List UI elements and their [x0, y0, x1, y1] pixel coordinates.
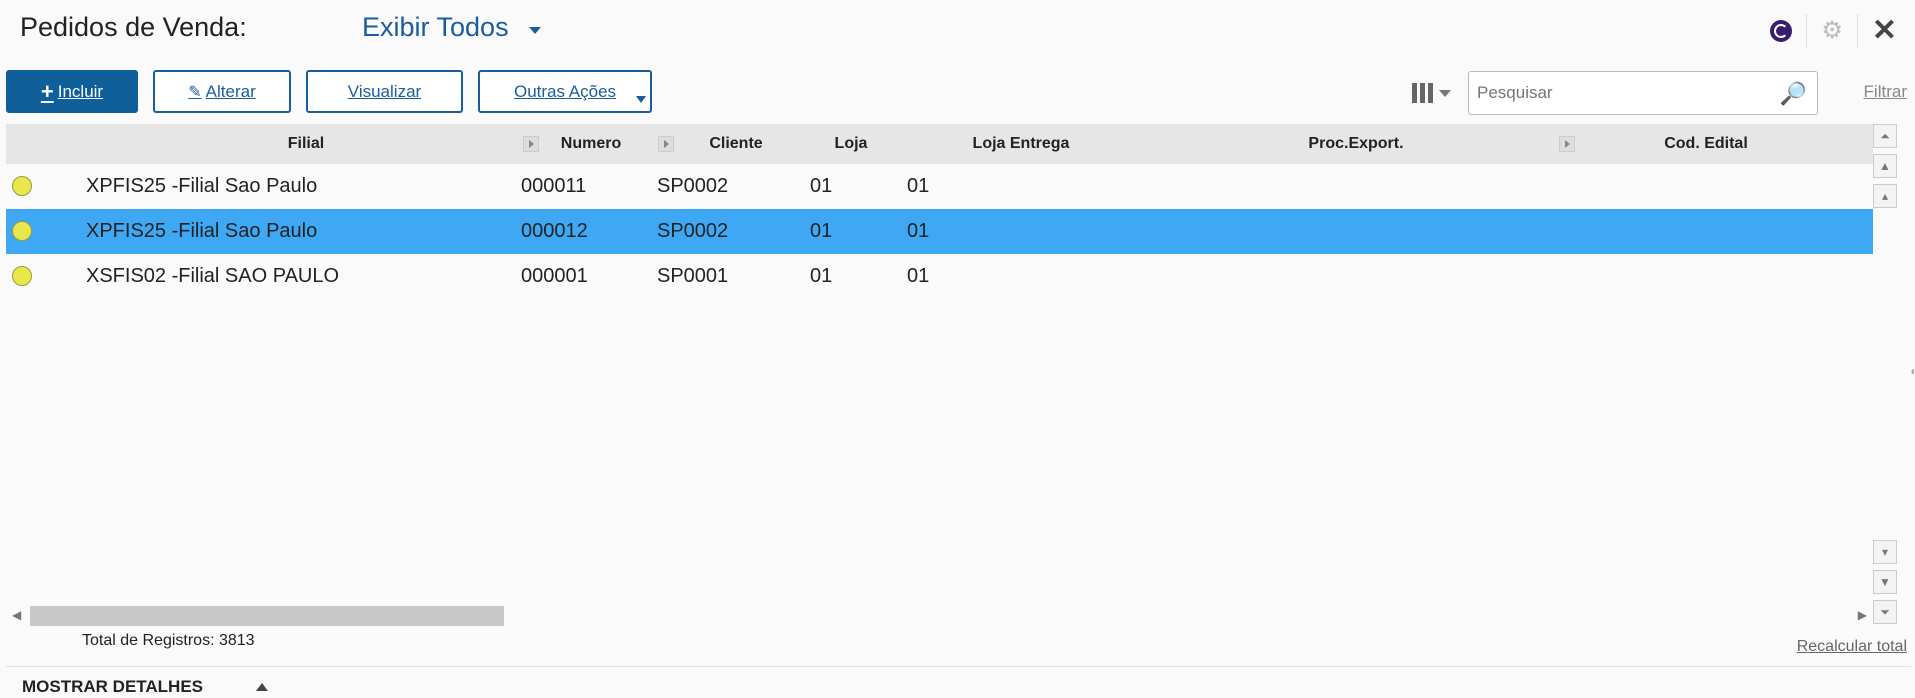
- table-row[interactable]: XSFIS02 -Filial SAO PAULO 000001 SP0001 …: [6, 254, 1873, 299]
- view-filter-dropdown[interactable]: Exibir Todos: [362, 12, 541, 43]
- horizontal-scroll-thumb[interactable]: [30, 606, 504, 626]
- outras-acoes-button[interactable]: Outras Ações: [478, 70, 652, 113]
- scroll-bottom-icon[interactable]: ⏷: [1873, 600, 1897, 624]
- search-box: 🔎: [1468, 71, 1818, 115]
- incluir-button[interactable]: + Incluir: [6, 70, 138, 113]
- cell-loja: 01: [810, 265, 833, 287]
- status-legend-icon[interactable]: [12, 176, 32, 196]
- details-toggle-label: MOSTRAR DETALHES: [22, 677, 204, 696]
- cell-cliente: SP0002: [657, 175, 729, 197]
- view-filter-label: Exibir Todos: [362, 12, 509, 42]
- visualizar-label: Visualizar: [347, 81, 422, 101]
- filtrar-link[interactable]: Filtrar: [1864, 82, 1907, 102]
- total-records: Total de Registros: 3813: [82, 632, 255, 649]
- status-legend-icon[interactable]: [12, 266, 32, 286]
- page-title: Pedidos de Venda:: [20, 12, 247, 42]
- scroll-top-icon[interactable]: ⏶: [1873, 124, 1897, 148]
- column-sort-icon[interactable]: [1559, 136, 1575, 152]
- scroll-up-icon[interactable]: ▴: [1873, 184, 1897, 208]
- scroll-page-down-icon[interactable]: ▼: [1873, 570, 1897, 594]
- cell-filial: XPFIS25 -Filial Sao Paulo: [86, 220, 318, 242]
- scroll-right-icon[interactable]: ▶: [1858, 608, 1867, 622]
- column-header-filial[interactable]: Filial: [106, 124, 506, 164]
- search-input[interactable]: [1469, 72, 1785, 114]
- gear-icon[interactable]: ⚙: [1821, 19, 1843, 43]
- close-icon[interactable]: ✕: [1872, 16, 1897, 46]
- table-row[interactable]: XPFIS25 -Filial Sao Paulo 000011 SP0002 …: [6, 164, 1873, 209]
- columns-button[interactable]: [1412, 72, 1466, 114]
- column-header-cliente[interactable]: Cliente: [686, 124, 786, 164]
- grid-header: Filial Numero Cliente Loja Loja Entrega …: [6, 124, 1873, 164]
- visualizar-button[interactable]: Visualizar: [306, 70, 463, 113]
- chevron-down-icon: [636, 96, 646, 103]
- cell-numero: 000011: [521, 175, 587, 197]
- column-sort-icon[interactable]: [658, 136, 674, 152]
- cell-loja-entrega: 01: [907, 175, 930, 197]
- scroll-page-up-icon[interactable]: ▲: [1873, 154, 1897, 178]
- incluir-label: Incluir: [57, 81, 104, 101]
- divider: [1856, 14, 1858, 48]
- column-header-numero[interactable]: Numero: [546, 124, 636, 164]
- column-sort-icon[interactable]: [523, 136, 539, 152]
- alterar-label: Alterar: [205, 81, 256, 101]
- status-legend-icon[interactable]: [12, 221, 32, 241]
- app-logo-icon[interactable]: [1770, 20, 1793, 42]
- outras-acoes-label: Outras Ações: [513, 81, 617, 101]
- cell-loja: 01: [810, 175, 833, 197]
- column-header-cod-edital[interactable]: Cod. Edital: [1606, 124, 1806, 164]
- columns-icon: [1412, 83, 1433, 103]
- search-icon[interactable]: 🔎: [1780, 81, 1807, 107]
- chevron-down-icon: [1439, 89, 1451, 97]
- chevron-down-icon: [528, 27, 541, 34]
- divider: [1806, 14, 1808, 48]
- cell-filial: XSFIS02 -Filial SAO PAULO: [86, 265, 340, 287]
- cell-loja-entrega: 01: [907, 265, 930, 287]
- column-header-proc-export[interactable]: Proc.Export.: [1246, 124, 1466, 164]
- window-controls: ⚙ ✕: [1770, 14, 1897, 48]
- column-header-loja[interactable]: Loja: [816, 124, 886, 164]
- table-row-selected[interactable]: XPFIS25 -Filial Sao Paulo 000012 SP0002 …: [6, 209, 1873, 254]
- cell-loja: 01: [810, 220, 833, 242]
- cell-filial: XPFIS25 -Filial Sao Paulo: [86, 175, 318, 197]
- recalcular-total-link[interactable]: Recalcular total: [1797, 638, 1907, 656]
- scroll-down-icon[interactable]: ▾: [1873, 540, 1897, 564]
- vertical-scrollbar[interactable]: ⏶ ▲ ▴ ▾ ▼ ⏷: [1873, 124, 1899, 628]
- column-header-loja-entrega[interactable]: Loja Entrega: [946, 124, 1096, 164]
- cell-numero: 000012: [521, 220, 588, 242]
- details-toggle-bar[interactable]: MOSTRAR DETALHES: [6, 666, 1911, 698]
- side-panel-handle-icon[interactable]: ◖: [1909, 364, 1915, 384]
- cell-loja-entrega: 01: [907, 220, 930, 242]
- cell-numero: 000001: [521, 265, 588, 287]
- pencil-icon: ✎: [188, 83, 202, 101]
- plus-icon: +: [40, 78, 54, 104]
- horizontal-scrollbar[interactable]: ◀ ▶: [6, 604, 1873, 628]
- chevron-up-icon: [256, 683, 268, 691]
- cell-cliente: SP0001: [657, 265, 729, 287]
- scroll-left-icon[interactable]: ◀: [12, 608, 21, 622]
- cell-cliente: SP0002: [657, 220, 729, 242]
- alterar-button[interactable]: ✎ Alterar: [153, 70, 291, 113]
